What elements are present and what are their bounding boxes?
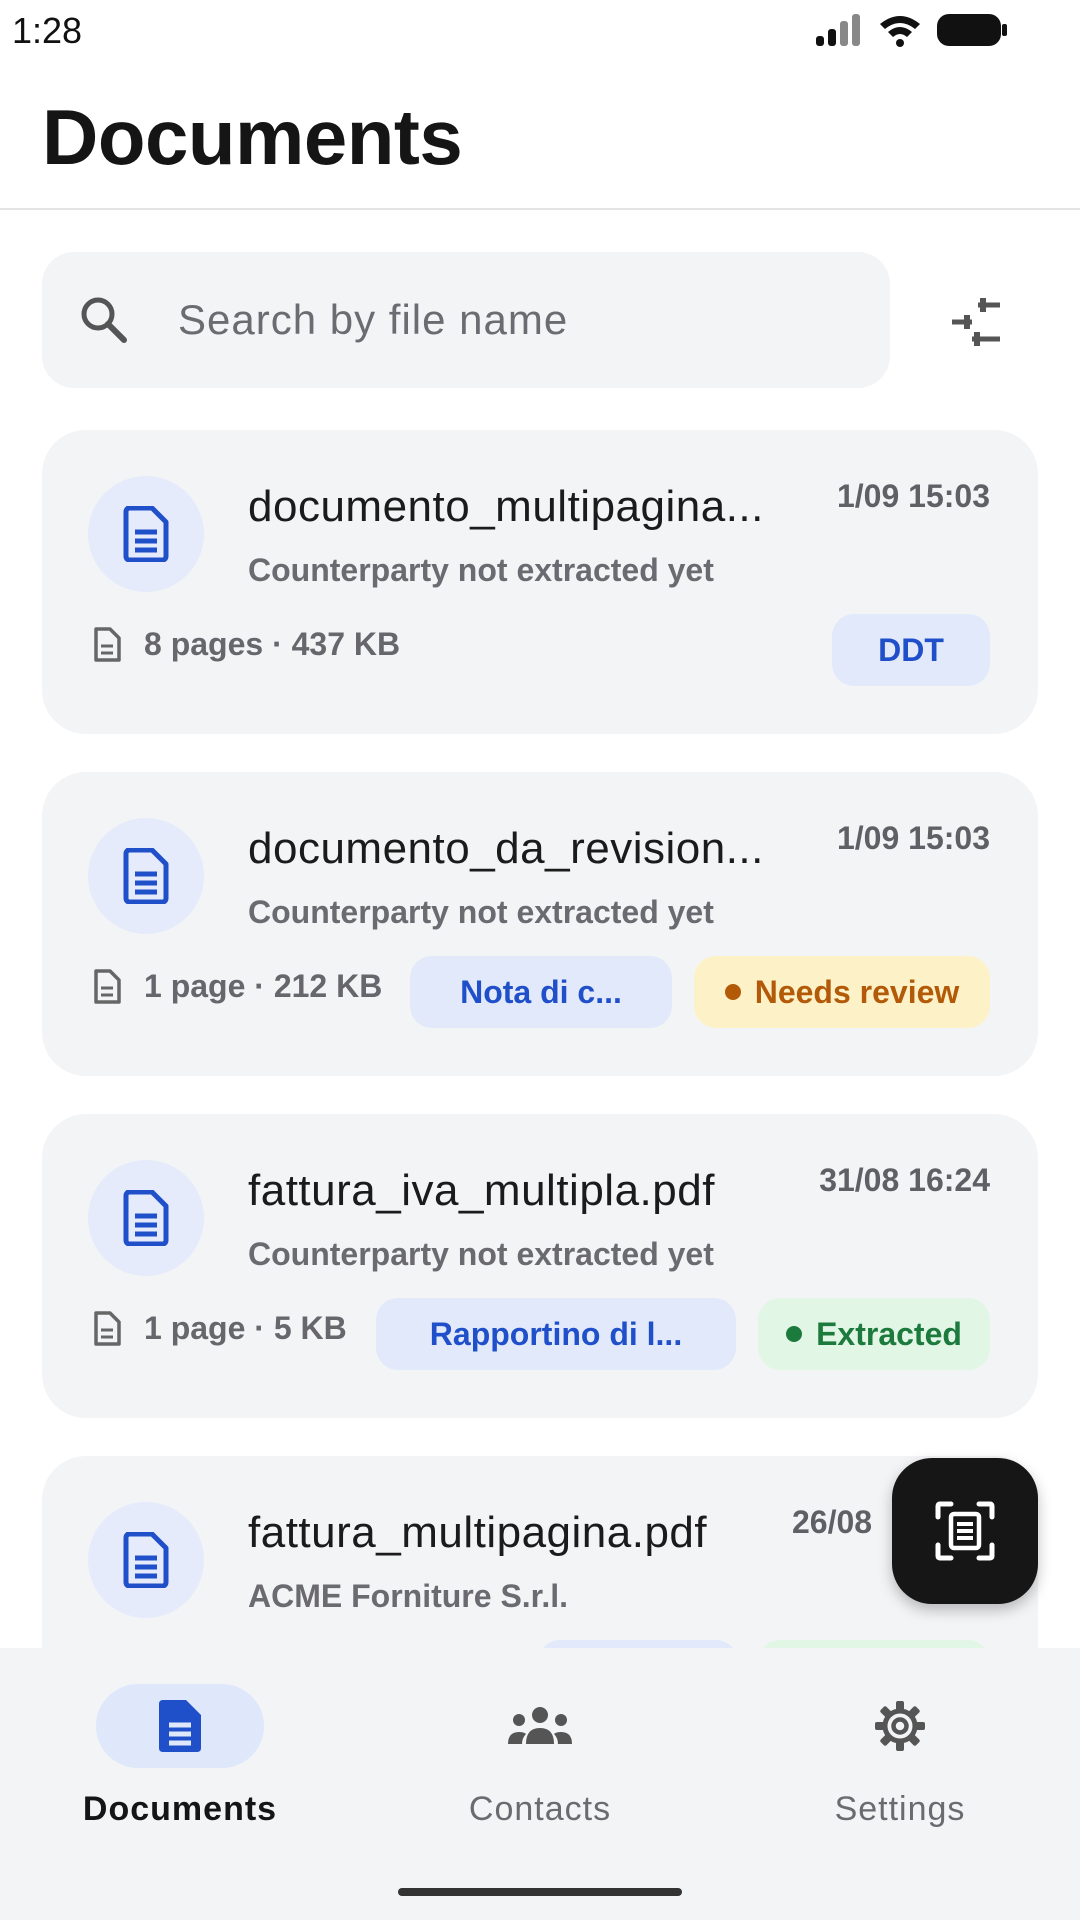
document-meta: 1 page · 212 KB — [92, 968, 382, 1005]
document-icon — [123, 506, 169, 562]
search-bar[interactable] — [42, 252, 890, 388]
document-card[interactable]: fattura_multipagina.pdf 26/08 ACME Forni… — [42, 1456, 1038, 1648]
nav-icon-container — [456, 1684, 624, 1768]
document-meta: 1 page · 5 KB — [92, 1310, 347, 1347]
document-date: 31/08 16:24 — [819, 1162, 990, 1198]
page-icon — [94, 1310, 121, 1346]
status-bar: 1:28 — [0, 0, 1080, 62]
status-label: Extracted — [816, 1315, 962, 1352]
document-avatar — [88, 476, 204, 592]
status-dot — [724, 984, 741, 1000]
status-badge — [758, 1640, 990, 1648]
search-icon — [81, 297, 127, 343]
scan-document-button[interactable] — [892, 1458, 1038, 1604]
filter-button[interactable] — [940, 286, 1012, 358]
document-counterparty: Counterparty not extracted yet — [248, 1236, 714, 1272]
nav-active-indicator — [96, 1684, 264, 1768]
app-bar: Documents — [0, 62, 1080, 210]
people-icon — [508, 1707, 572, 1744]
signal-icon — [816, 14, 860, 46]
status-time: 1:28 — [12, 10, 83, 51]
nav-label: Documents — [82, 1790, 278, 1828]
home-indicator[interactable] — [398, 1888, 682, 1896]
status-dot — [786, 1326, 803, 1342]
nav-item-contacts[interactable]: Contacts — [390, 1684, 690, 1834]
status-label: Needs review — [754, 973, 960, 1010]
document-icon — [123, 1532, 169, 1588]
document-name: documento_da_revision... — [248, 824, 764, 873]
document-size: 8 pages · 437 KB — [144, 626, 401, 662]
status-badge-extracted: Extracted — [758, 1298, 990, 1370]
page-icon — [94, 626, 121, 662]
document-type-chip[interactable]: DDT — [832, 614, 990, 686]
document-avatar — [88, 1160, 204, 1276]
document-name: documento_multipagina... — [248, 482, 764, 531]
document-card[interactable]: fattura_iva_multipla.pdf 31/08 16:24 Cou… — [42, 1114, 1038, 1418]
nav-label: Contacts — [468, 1790, 612, 1828]
document-meta: 8 pages · 437 KB — [92, 626, 400, 663]
bottom-navigation: Documents Contacts Settings — [0, 1648, 1080, 1920]
document-card[interactable]: documento_da_revision... 1/09 15:03 Coun… — [42, 772, 1038, 1076]
document-avatar — [88, 1502, 204, 1618]
document-counterparty: ACME Forniture S.r.l. — [248, 1578, 569, 1614]
document-avatar — [88, 818, 204, 934]
scan-icon — [935, 1501, 995, 1561]
document-counterparty: Counterparty not extracted yet — [248, 894, 714, 930]
document-date: 26/08 — [792, 1504, 873, 1540]
gear-icon — [875, 1701, 925, 1751]
document-type-chip[interactable]: Rapportino di l... — [376, 1298, 736, 1370]
document-card[interactable]: documento_multipagina... 1/09 15:03 Coun… — [42, 430, 1038, 734]
document-size: 1 page · 5 KB — [144, 1310, 347, 1346]
document-name: fattura_multipagina.pdf — [248, 1508, 708, 1557]
document-date: 1/09 15:03 — [836, 820, 990, 856]
nav-item-documents[interactable]: Documents — [30, 1684, 330, 1834]
document-icon — [159, 1700, 201, 1752]
document-icon — [123, 848, 169, 904]
document-counterparty: Counterparty not extracted yet — [248, 552, 714, 588]
document-icon — [123, 1190, 169, 1246]
sliders-icon — [952, 298, 1000, 346]
document-name: fattura_iva_multipla.pdf — [248, 1166, 715, 1215]
search-input[interactable] — [178, 282, 858, 358]
nav-item-settings[interactable]: Settings — [750, 1684, 1050, 1834]
document-type-chip[interactable] — [538, 1640, 738, 1648]
page-icon — [94, 968, 121, 1004]
status-badge-needs-review: Needs review — [694, 956, 990, 1028]
page-title: Documents — [42, 93, 463, 181]
document-size: 1 page · 212 KB — [144, 968, 383, 1004]
status-icons — [814, 12, 1008, 48]
battery-icon — [937, 14, 1007, 46]
nav-label: Settings — [834, 1790, 966, 1828]
nav-icon-container — [816, 1684, 984, 1768]
document-date: 1/09 15:03 — [836, 478, 990, 514]
wifi-icon — [880, 16, 920, 47]
document-type-chip[interactable]: Nota di c... — [410, 956, 672, 1028]
